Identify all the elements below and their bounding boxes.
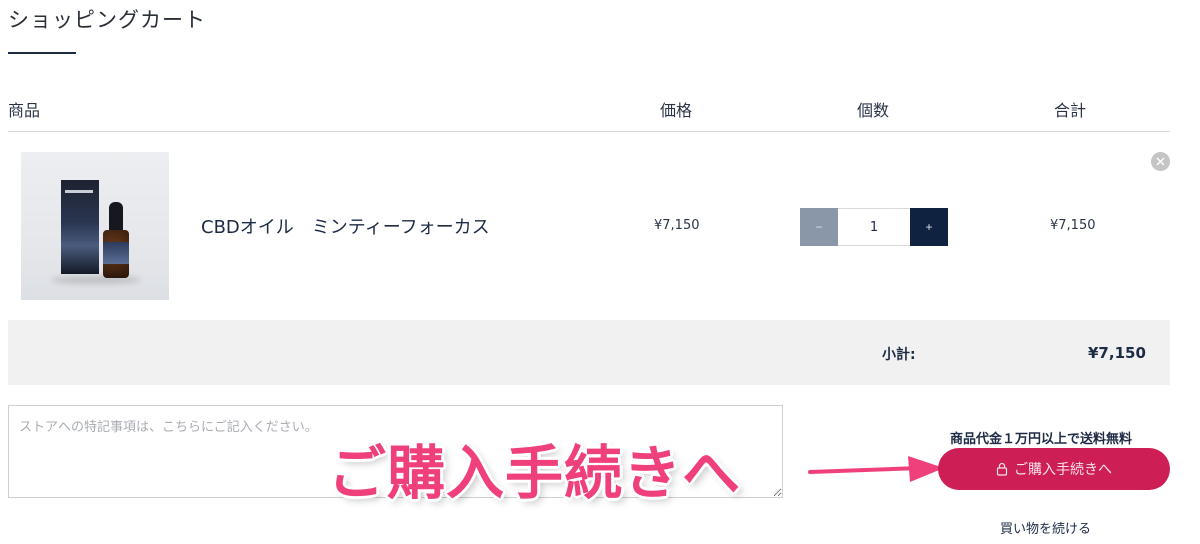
bottle-dropper <box>109 202 123 232</box>
quantity-input[interactable] <box>838 208 910 246</box>
header-divider <box>8 131 1170 132</box>
continue-shopping-link[interactable]: 買い物を続ける <box>1000 518 1091 537</box>
bottle-label <box>103 242 129 264</box>
quantity-decrease-button[interactable]: − <box>800 208 838 246</box>
column-header-total: 合計 <box>1054 101 1087 120</box>
arrow-annotation <box>808 456 944 482</box>
annotation-overlay-text: ご購入手続きへ <box>328 439 742 507</box>
item-total: ¥7,150 <box>1050 218 1096 233</box>
close-icon <box>1156 157 1165 166</box>
lock-icon <box>996 462 1008 476</box>
subtotal-value: ¥7,150 <box>1088 344 1146 362</box>
product-name-link[interactable]: CBDオイル ミンティーフォーカス <box>201 213 490 239</box>
quantity-increase-button[interactable]: + <box>910 208 948 246</box>
page-title: ショッピングカート <box>8 8 206 32</box>
column-header-price: 価格 <box>660 101 693 120</box>
checkout-button[interactable]: ご購入手続きへ <box>938 448 1170 490</box>
column-header-product: 商品 <box>8 101 41 120</box>
title-underline <box>8 52 76 54</box>
product-image[interactable] <box>21 152 169 300</box>
free-shipping-notice: 商品代金１万円以上で送料無料 <box>950 432 1133 447</box>
remove-item-button[interactable] <box>1151 152 1170 171</box>
item-price: ¥7,150 <box>654 218 700 233</box>
column-header-quantity: 個数 <box>857 101 890 120</box>
quantity-stepper: − + <box>800 208 948 246</box>
subtotal-label: 小計: <box>882 347 916 363</box>
subtotal-bar <box>8 320 1170 385</box>
product-box <box>61 180 99 274</box>
checkout-button-label: ご購入手続きへ <box>1014 462 1112 478</box>
